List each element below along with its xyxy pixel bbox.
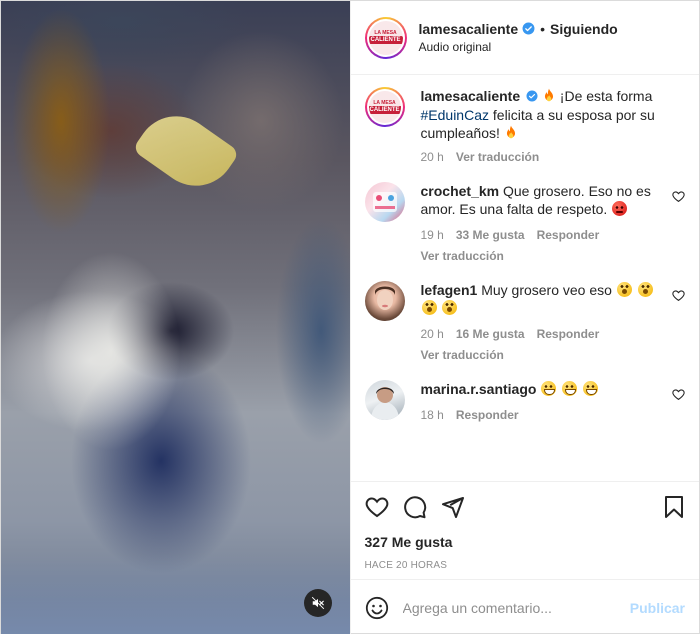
audio-link[interactable]: Audio original bbox=[419, 38, 618, 56]
avatar-image bbox=[370, 387, 399, 420]
commenter-avatar[interactable] bbox=[364, 380, 405, 420]
comments-list: LA MESA CALIENTE lamesacaliente ¡De esta… bbox=[351, 75, 700, 481]
post-side-panel: LA MESA CALIENTE lamesacaliente • Siguie… bbox=[349, 1, 700, 634]
comment-icon[interactable] bbox=[403, 495, 427, 519]
speaker-muted-icon bbox=[311, 596, 325, 610]
share-icon[interactable] bbox=[441, 495, 465, 519]
post-modal: LA MESA CALIENTE lamesacaliente • Siguie… bbox=[0, 0, 700, 634]
avatar-image bbox=[372, 192, 397, 212]
post-caption: LA MESA CALIENTE lamesacaliente ¡De esta… bbox=[364, 87, 686, 164]
reply-button[interactable]: Responder bbox=[456, 408, 519, 422]
post-actions: 327 Me gusta HACE 20 HORAS bbox=[350, 481, 699, 579]
comment-composer: Publicar bbox=[350, 579, 699, 634]
emoji-smile-icon[interactable] bbox=[365, 596, 389, 620]
grinning-face-emoji-icon bbox=[541, 381, 557, 396]
brand-logo: LA MESA CALIENTE bbox=[368, 20, 403, 55]
comment-username[interactable]: lefagen1 bbox=[421, 282, 478, 298]
video-scene-bottle bbox=[131, 100, 241, 202]
comment-item: lefagen1 Muy grosero veo eso 20 h 16 Me … bbox=[364, 281, 686, 362]
header-username[interactable]: lamesacaliente bbox=[419, 20, 519, 38]
caption-username[interactable]: lamesacaliente bbox=[421, 88, 521, 104]
comment-input[interactable] bbox=[402, 599, 630, 616]
commenter-avatar[interactable] bbox=[364, 182, 405, 222]
comment-text: crochet_km Que grosero. Eso no es amor. … bbox=[420, 183, 651, 217]
caption-translate-link[interactable]: Ver traducción bbox=[456, 150, 539, 164]
mute-button[interactable] bbox=[304, 589, 332, 617]
comment-username[interactable]: crochet_km bbox=[421, 183, 500, 199]
astonished-face-emoji-icon bbox=[616, 282, 632, 297]
caption-text-before: ¡De esta forma bbox=[559, 88, 653, 104]
account-avatar[interactable]: LA MESA CALIENTE bbox=[364, 16, 407, 59]
verified-badge-icon bbox=[526, 88, 538, 106]
reply-button[interactable]: Responder bbox=[537, 228, 600, 242]
grinning-face-emoji-icon bbox=[583, 381, 599, 396]
caption-avatar[interactable]: LA MESA CALIENTE bbox=[364, 87, 405, 127]
header-separator: • bbox=[540, 20, 546, 37]
post-header: LA MESA CALIENTE lamesacaliente • Siguie… bbox=[350, 1, 699, 75]
commenter-avatar[interactable] bbox=[364, 281, 405, 321]
verified-badge-icon bbox=[522, 22, 535, 35]
reply-button[interactable]: Responder bbox=[537, 327, 600, 341]
comment-time: 18 h bbox=[420, 408, 444, 422]
hashtag-link[interactable]: #EduinCaz bbox=[421, 107, 490, 123]
astonished-face-emoji-icon bbox=[637, 282, 653, 297]
comment-text: marina.r.santiago bbox=[421, 380, 664, 398]
comment-like-heart-icon[interactable] bbox=[672, 190, 685, 206]
post-likes-count[interactable]: 327 Me gusta bbox=[365, 534, 686, 550]
comment-translate-link[interactable]: Ver traducción bbox=[421, 348, 664, 362]
post-timestamp: HACE 20 HORAS bbox=[364, 560, 448, 571]
comment-text: lefagen1 Muy grosero veo eso bbox=[421, 281, 664, 317]
header-text: lamesacaliente • Siguiendo Audio origina… bbox=[419, 20, 618, 56]
avatar-image bbox=[374, 286, 395, 310]
comment-likes[interactable]: 16 Me gusta bbox=[456, 327, 525, 341]
comment-time: 19 h bbox=[420, 228, 444, 242]
grinning-face-emoji-icon bbox=[562, 381, 578, 396]
fire-emoji-icon bbox=[544, 88, 553, 102]
heart-icon[interactable] bbox=[365, 495, 389, 519]
video-scene-floor bbox=[1, 555, 350, 634]
comment-item: crochet_km Que grosero. Eso no es amor. … bbox=[364, 182, 686, 263]
comment-item: marina.r.santiago 18 h Responder bbox=[364, 380, 686, 422]
brand-logo: LA MESA CALIENTE bbox=[368, 91, 401, 123]
comment-like-heart-icon[interactable] bbox=[672, 289, 685, 305]
fire-emoji-icon bbox=[506, 125, 515, 139]
caption-text: lamesacaliente ¡De esta forma #EduinCaz … bbox=[421, 87, 664, 142]
comment-username[interactable]: marina.r.santiago bbox=[421, 381, 537, 397]
video-scene-spray bbox=[41, 251, 181, 451]
bookmark-icon[interactable] bbox=[663, 495, 685, 519]
following-button[interactable]: Siguiendo bbox=[550, 20, 618, 38]
publish-button[interactable]: Publicar bbox=[630, 600, 685, 616]
angry-face-emoji-icon bbox=[612, 201, 628, 216]
caption-time: 20 h bbox=[420, 150, 444, 164]
comment-likes[interactable]: 33 Me gusta bbox=[456, 228, 525, 242]
comment-time: 20 h bbox=[420, 327, 444, 341]
post-video[interactable] bbox=[1, 1, 350, 634]
comment-translate-link[interactable]: Ver traducción bbox=[421, 249, 664, 263]
astonished-face-emoji-icon bbox=[421, 300, 437, 315]
comment-like-heart-icon[interactable] bbox=[672, 388, 685, 404]
astonished-face-emoji-icon bbox=[442, 300, 458, 315]
